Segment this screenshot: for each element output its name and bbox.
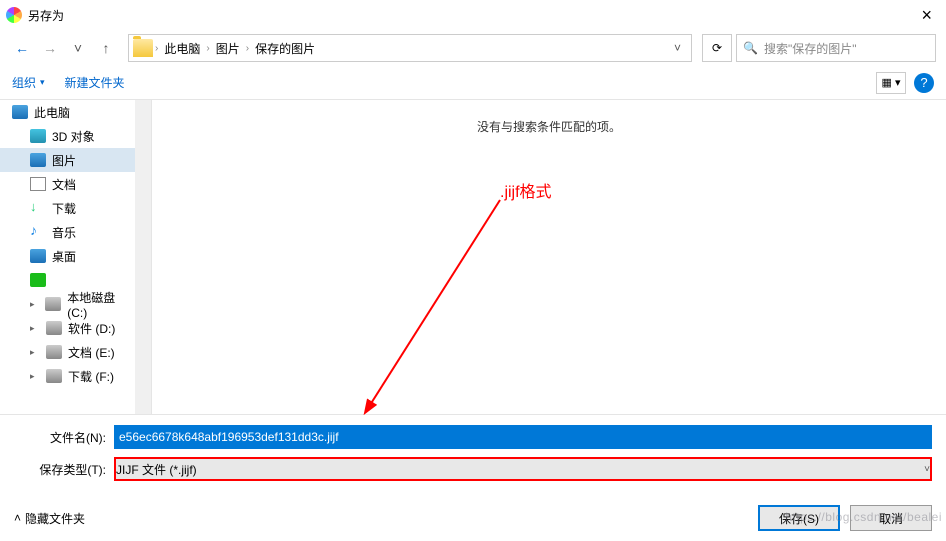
chevron-right-icon: ›	[155, 43, 158, 54]
expand-icon[interactable]: ▸	[30, 299, 39, 310]
path-segment[interactable]: 图片	[212, 40, 244, 57]
disk-icon	[46, 321, 62, 335]
new-folder-button[interactable]: 新建文件夹	[65, 74, 125, 91]
pictures-icon	[30, 153, 46, 167]
expand-icon[interactable]: ▸	[30, 323, 40, 334]
watermark: https://blog.csdn.net/bealei	[785, 510, 942, 524]
downloads-icon	[30, 201, 46, 215]
view-button[interactable]: ▦ ▾	[876, 72, 906, 94]
filename-input[interactable]	[114, 425, 932, 449]
help-button[interactable]: ?	[914, 73, 934, 93]
empty-message: 没有与搜索条件匹配的项。	[477, 118, 621, 414]
filename-label: 文件名(N):	[14, 429, 114, 446]
folder-tree: 此电脑 3D 对象 图片 文档 下载 音乐 桌面 ▸本地磁盘 (C:) ▸软件 …	[0, 100, 152, 414]
app-icon	[30, 273, 46, 287]
close-button[interactable]: ×	[913, 5, 940, 26]
tree-item[interactable]: 图片	[0, 148, 151, 172]
music-icon	[30, 225, 46, 239]
chevron-right-icon: ›	[206, 43, 209, 54]
tree-item[interactable]: ▸下载 (F:)	[0, 364, 151, 388]
search-placeholder: 搜索"保存的图片"	[764, 40, 857, 57]
organize-menu[interactable]: 组织▾	[12, 74, 45, 91]
refresh-button[interactable]: ⟳	[702, 34, 732, 62]
path-segment[interactable]: 保存的图片	[251, 40, 319, 57]
disk-icon	[46, 369, 62, 383]
up-button[interactable]: ˅	[66, 36, 90, 60]
forward-button[interactable]: →	[38, 36, 62, 60]
folder-icon	[133, 39, 153, 57]
documents-icon	[30, 177, 46, 191]
up-dir-button[interactable]: ↑	[94, 36, 118, 60]
hide-folders-toggle[interactable]: ˄ 隐藏文件夹	[14, 510, 85, 527]
address-bar[interactable]: › 此电脑 › 图片 › 保存的图片 ˅	[128, 34, 692, 62]
filetype-select[interactable]: JIJF 文件 (*.jijf) ˅	[114, 457, 932, 481]
expand-icon[interactable]: ▸	[30, 347, 40, 358]
file-list: 没有与搜索条件匹配的项。	[152, 100, 946, 414]
chevron-right-icon: ›	[246, 43, 249, 54]
3d-icon	[30, 129, 46, 143]
tree-item[interactable]: 文档	[0, 172, 151, 196]
filetype-label: 保存类型(T):	[14, 461, 114, 478]
app-icon	[6, 7, 22, 23]
tree-item[interactable]: 3D 对象	[0, 124, 151, 148]
disk-icon	[45, 297, 61, 311]
window-title: 另存为	[28, 7, 64, 24]
tree-item[interactable]: 桌面	[0, 244, 151, 268]
path-segment[interactable]: 此电脑	[160, 40, 204, 57]
tree-item[interactable]: ▸软件 (D:)	[0, 316, 151, 340]
chevron-down-icon: ˅	[924, 464, 930, 475]
chevron-up-icon: ˄	[14, 511, 21, 525]
disk-icon	[46, 345, 62, 359]
back-button[interactable]: ←	[10, 36, 34, 60]
tree-item[interactable]: ▸文档 (E:)	[0, 340, 151, 364]
tree-item[interactable]: 音乐	[0, 220, 151, 244]
tree-item[interactable]: 下载	[0, 196, 151, 220]
search-input[interactable]: 🔍 搜索"保存的图片"	[736, 34, 936, 62]
expand-icon[interactable]: ▸	[30, 371, 40, 382]
search-icon: 🔍	[743, 41, 758, 55]
chevron-down-icon[interactable]: ˅	[668, 41, 687, 55]
tree-root[interactable]: 此电脑	[0, 100, 151, 124]
pc-icon	[12, 105, 28, 119]
tree-item[interactable]: ▸本地磁盘 (C:)	[0, 292, 151, 316]
desktop-icon	[30, 249, 46, 263]
